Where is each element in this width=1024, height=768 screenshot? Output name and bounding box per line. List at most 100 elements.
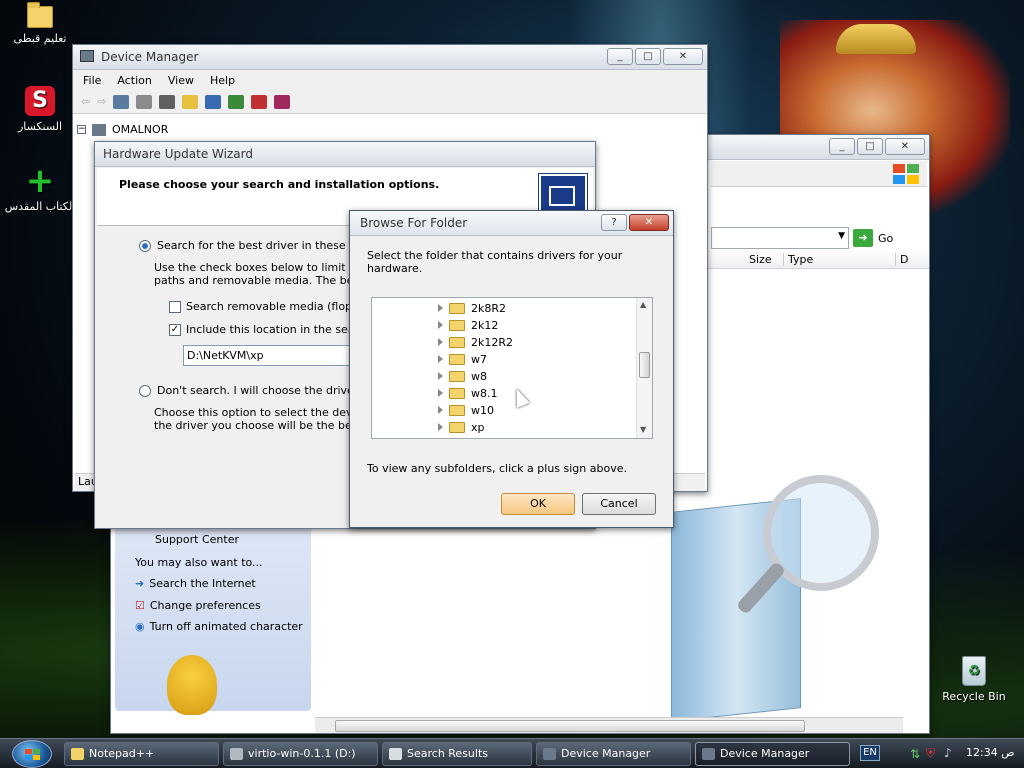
removable-media-checkbox[interactable] xyxy=(169,300,181,313)
desktop-icon-label: تعليم قبطى xyxy=(13,32,67,45)
computer-icon xyxy=(702,748,715,760)
include-location-row[interactable]: ✓ Include this location in the search: xyxy=(169,323,376,336)
search-radio[interactable] xyxy=(139,239,151,252)
language-indicator[interactable]: EN xyxy=(860,745,880,761)
show-hide-tree-icon[interactable] xyxy=(113,94,130,109)
tree-root-row[interactable]: − OMALNOR xyxy=(77,123,168,136)
folder-row-w10[interactable]: w10 xyxy=(438,402,494,418)
browse-titlebar[interactable]: Browse For Folder ? ✕ xyxy=(350,211,673,236)
properties-icon[interactable] xyxy=(136,94,153,109)
desktop-icon-label: Recycle Bin xyxy=(942,690,1006,703)
task-label: virtio-win-0.1.1 (D:) xyxy=(248,747,356,760)
folder-row-w8-1[interactable]: w8.1 xyxy=(438,385,498,401)
device-manager-titlebar[interactable]: Device Manager _ □ ✕ xyxy=(73,45,707,70)
folder-row-2k12[interactable]: 2k12 xyxy=(438,317,498,333)
folder-label: w8.1 xyxy=(471,386,498,400)
desktop-icon-synaxarium[interactable]: S السنكسار xyxy=(0,86,80,133)
column-d[interactable]: D xyxy=(895,253,908,266)
maximize-button[interactable]: □ xyxy=(857,138,883,155)
expand-icon[interactable] xyxy=(438,372,443,380)
volume-icon[interactable]: ♪ xyxy=(944,746,952,760)
expand-icon[interactable] xyxy=(438,406,443,414)
taskbar-virtio-drive[interactable]: virtio-win-0.1.1 (D:) xyxy=(223,742,378,766)
menu-file[interactable]: File xyxy=(83,74,101,87)
folder-label: 2k12 xyxy=(471,318,499,332)
taskbar-device-manager-1[interactable]: Device Manager xyxy=(536,742,691,766)
address-bar[interactable]: ▼ xyxy=(711,227,849,249)
browse-for-folder-dialog[interactable]: Browse For Folder ? ✕ Select the folder … xyxy=(349,210,674,528)
network-icon[interactable]: ⇅ xyxy=(910,747,920,761)
folder-row-2k8r2[interactable]: 2k8R2 xyxy=(438,300,506,316)
folder-label: w10 xyxy=(471,403,494,417)
folder-tree[interactable]: 2k8R2 2k12 2k12R2 w7 w8 w8.1 w10 xp ▲ ▼ xyxy=(371,297,653,439)
scroll-up-icon[interactable]: ▲ xyxy=(640,300,646,309)
include-location-checkbox[interactable]: ✓ xyxy=(169,323,181,336)
drive-icon xyxy=(230,748,243,760)
menu-view[interactable]: View xyxy=(168,74,194,87)
disable-icon[interactable] xyxy=(274,94,291,109)
dont-search-radio[interactable] xyxy=(139,384,151,397)
desktop-icon-bible[interactable]: + الكتاب المقدس xyxy=(0,164,80,213)
cancel-button[interactable]: Cancel xyxy=(582,493,656,515)
desktop-icon-coptic-folder[interactable]: تعليم قبطى xyxy=(0,2,80,45)
ok-button[interactable]: OK xyxy=(501,493,575,515)
folder-row-w7[interactable]: w7 xyxy=(438,351,487,367)
window-title: Device Manager xyxy=(101,50,199,64)
update-driver-icon[interactable] xyxy=(228,94,245,109)
help-icon[interactable] xyxy=(182,94,199,109)
column-type[interactable]: Type xyxy=(783,253,813,266)
maximize-button[interactable]: □ xyxy=(635,48,661,65)
forward-arrow-icon[interactable]: ⇨ xyxy=(97,95,106,108)
search-results-icon xyxy=(389,748,402,760)
expand-icon[interactable] xyxy=(438,389,443,397)
windows-logo-icon xyxy=(25,749,41,761)
folder-row-xp[interactable]: xp xyxy=(438,419,485,435)
expand-icon[interactable] xyxy=(438,321,443,329)
taskbar-search-results[interactable]: Search Results xyxy=(382,742,532,766)
close-button[interactable]: ✕ xyxy=(885,138,925,155)
uninstall-icon[interactable] xyxy=(251,94,268,109)
expand-icon[interactable] xyxy=(438,423,443,431)
tree-collapse-icon[interactable]: − xyxy=(77,125,86,134)
taskbar-notepadpp[interactable]: Notepad++ xyxy=(64,742,219,766)
menu-help[interactable]: Help xyxy=(210,74,235,87)
change-preferences-link[interactable]: ☑ Change preferences xyxy=(135,599,261,612)
task-label: Search Results xyxy=(407,747,489,760)
expand-icon[interactable] xyxy=(438,304,443,312)
expand-icon[interactable] xyxy=(438,338,443,346)
folder-row-2k12r2[interactable]: 2k12R2 xyxy=(438,334,513,350)
minimize-button[interactable]: _ xyxy=(607,48,633,65)
search-internet-link[interactable]: ➜ Search the Internet xyxy=(135,577,256,590)
chevron-down-icon[interactable]: ▼ xyxy=(838,231,845,241)
wizard-titlebar[interactable]: Hardware Update Wizard xyxy=(95,142,595,167)
clock[interactable]: 12:34 ص xyxy=(966,746,1015,759)
column-size[interactable]: Size xyxy=(749,253,772,266)
turn-off-character-link[interactable]: ◉ Turn off animated character xyxy=(135,620,303,633)
scrollbar-thumb[interactable] xyxy=(335,720,805,732)
go-arrow-icon[interactable]: ➜ xyxy=(853,229,873,247)
support-center-link[interactable]: Support Center xyxy=(155,533,239,546)
folder-label: 2k8R2 xyxy=(471,301,507,315)
folder-tree-scrollbar[interactable]: ▲ ▼ xyxy=(636,298,652,438)
back-arrow-icon[interactable]: ⇦ xyxy=(81,95,90,108)
go-button[interactable]: Go xyxy=(878,232,893,245)
horizontal-scrollbar[interactable] xyxy=(315,717,903,733)
taskbar-device-manager-2[interactable]: Device Manager xyxy=(695,742,850,766)
folder-row-w8[interactable]: w8 xyxy=(438,368,487,384)
close-button[interactable]: ✕ xyxy=(629,214,669,231)
close-button[interactable]: ✕ xyxy=(663,48,703,65)
print-icon[interactable] xyxy=(159,94,176,109)
scrollbar-thumb[interactable] xyxy=(639,352,650,378)
scroll-down-icon[interactable]: ▼ xyxy=(640,425,646,434)
expand-icon[interactable] xyxy=(438,355,443,363)
desktop-icon-recycle-bin[interactable]: ♻ Recycle Bin xyxy=(934,656,1014,703)
start-button[interactable] xyxy=(12,740,52,768)
minimize-button[interactable]: _ xyxy=(829,138,855,155)
security-shield-icon[interactable]: ⛨ xyxy=(926,746,935,761)
folder-icon xyxy=(27,2,53,28)
path-input[interactable]: D:\NetKVM\xp xyxy=(183,345,353,366)
search-dog-character-icon[interactable] xyxy=(167,655,217,715)
help-button[interactable]: ? xyxy=(601,214,627,231)
scan-hardware-icon[interactable] xyxy=(205,94,222,109)
menu-action[interactable]: Action xyxy=(117,74,151,87)
